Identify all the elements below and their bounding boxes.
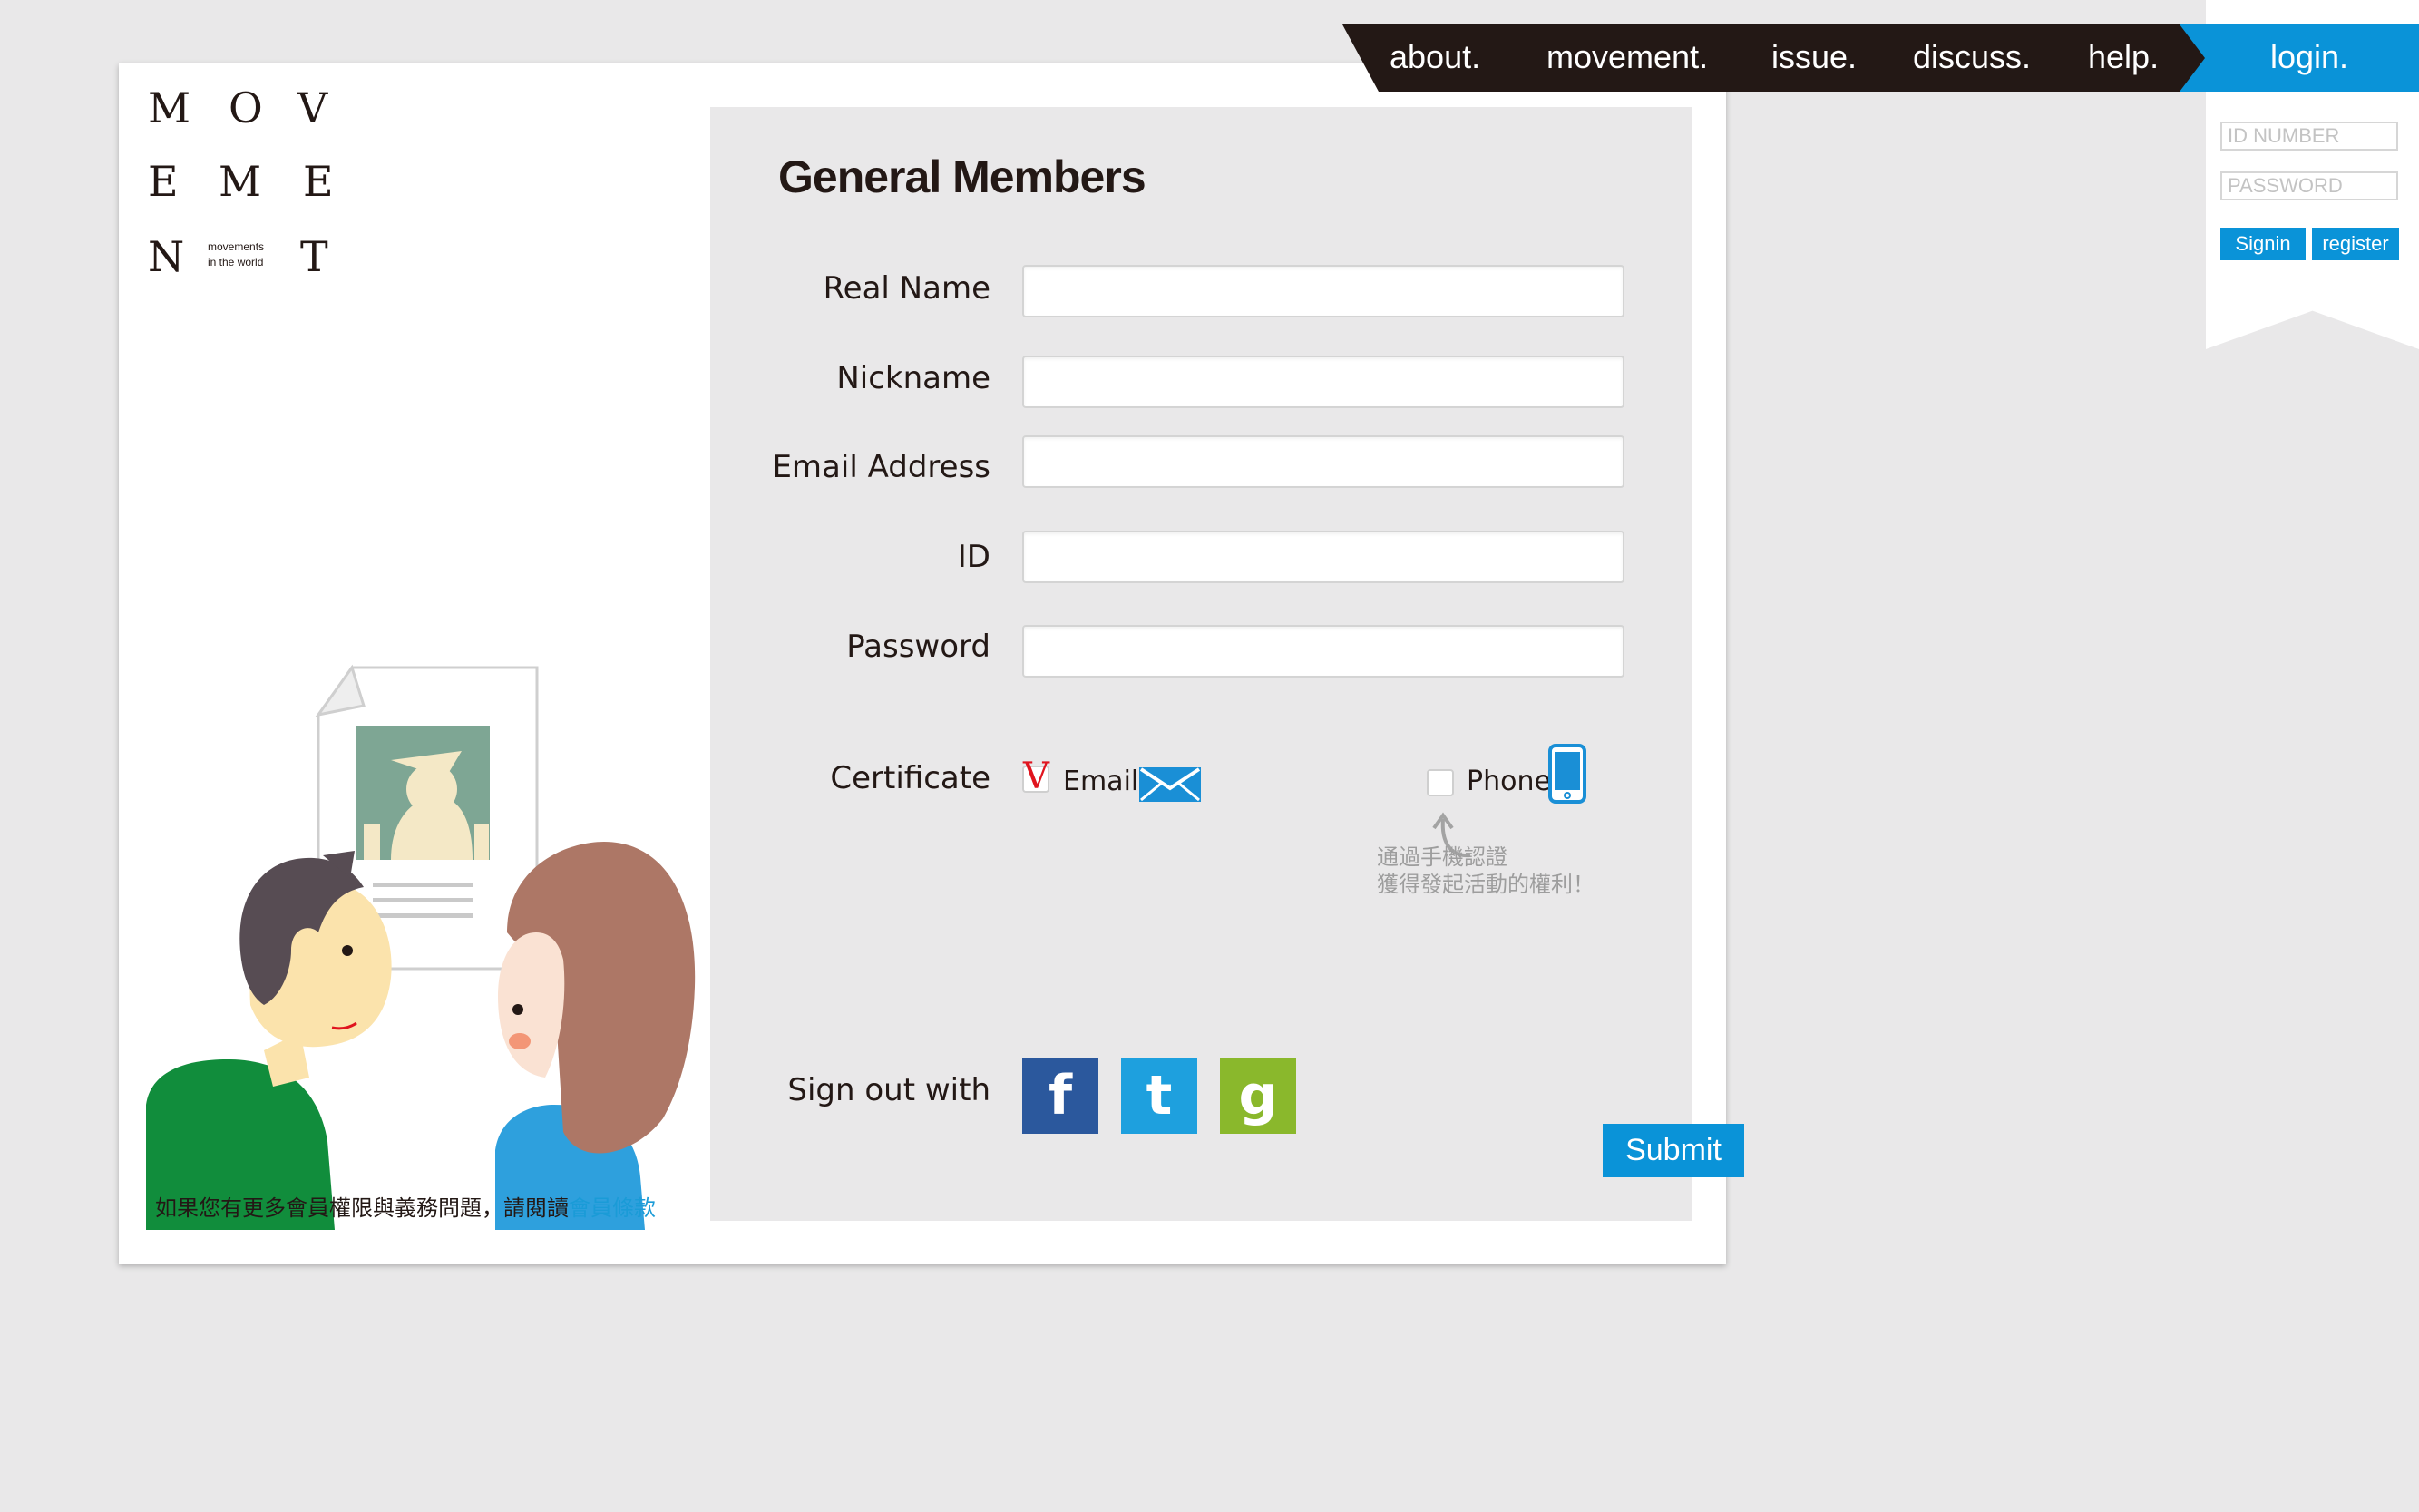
checked-mark: V xyxy=(1023,756,1049,797)
nav-item-help[interactable]: help. xyxy=(2088,30,2159,84)
nav-item-login[interactable]: login. xyxy=(2180,24,2419,92)
login-password-input[interactable] xyxy=(2220,171,2398,200)
logo-letter: M xyxy=(219,157,262,206)
terms-notice: 如果您有更多會員權限與義務問題，請閱讀會員條款 xyxy=(155,1190,656,1222)
logo-letter: O xyxy=(229,83,263,132)
id-label: ID xyxy=(957,539,990,575)
email-option-label: Email xyxy=(1063,766,1139,797)
members-illustration xyxy=(146,664,696,1230)
mobile-phone-icon xyxy=(1548,744,1586,804)
logo-letter: T xyxy=(300,232,328,281)
registration-form: General Members Real Name Nickname Email… xyxy=(710,107,1744,1221)
terms-text: 如果您有更多會員權限與義務問題，請閱讀 xyxy=(155,1195,569,1221)
google-button[interactable]: g xyxy=(1220,1058,1296,1134)
nav-item-discuss[interactable]: discuss. xyxy=(1913,30,2031,84)
social-signin-label: Sign out with xyxy=(787,1072,990,1108)
phone-note-line: 通過手機認證 xyxy=(1377,844,1507,870)
nickname-label: Nickname xyxy=(836,360,990,396)
password-field[interactable] xyxy=(1022,625,1624,678)
phone-certificate-note: 通過手機認證 獲得發起活動的權利！ xyxy=(1377,844,1595,898)
id-field[interactable] xyxy=(1022,531,1624,583)
submit-button[interactable]: Submit xyxy=(1603,1124,1744,1177)
real-name-field[interactable] xyxy=(1022,265,1624,317)
login-tab-label: login. xyxy=(2270,38,2349,75)
id-number-input[interactable] xyxy=(2220,122,2398,151)
logo-letter: V xyxy=(297,83,328,132)
real-name-label: Real Name xyxy=(823,270,990,307)
logo-letter: M xyxy=(148,83,191,132)
nickname-field[interactable] xyxy=(1022,356,1624,408)
nav-item-movement[interactable]: movement. xyxy=(1546,30,1708,84)
email-field[interactable] xyxy=(1022,435,1624,488)
phone-note-line: 獲得發起活動的權利！ xyxy=(1377,872,1595,897)
email-certificate-checkbox[interactable]: V xyxy=(1022,758,1049,795)
nav-item-issue[interactable]: issue. xyxy=(1771,30,1857,84)
logo-tagline: movements in the world xyxy=(208,239,264,270)
password-label: Password xyxy=(846,629,990,665)
logo-letter: N xyxy=(148,232,185,281)
phone-option-label: Phone xyxy=(1467,766,1551,797)
facebook-button[interactable]: f xyxy=(1022,1058,1098,1134)
twitter-button[interactable]: t xyxy=(1121,1058,1197,1134)
email-label: Email Address xyxy=(772,449,990,485)
phone-certificate-checkbox[interactable] xyxy=(1427,769,1454,796)
certificate-label: Certificate xyxy=(830,760,990,796)
logo-letter: E xyxy=(303,157,334,206)
movement-logo: M O V E M E N T movements in the world xyxy=(119,63,572,354)
envelope-icon xyxy=(1139,767,1201,802)
register-button[interactable]: register xyxy=(2312,228,2399,260)
logo-tagline-line: movements xyxy=(208,240,265,253)
form-title: General Members xyxy=(778,151,1146,202)
member-terms-link[interactable]: 會員條款 xyxy=(569,1195,656,1221)
signin-button[interactable]: Signin xyxy=(2220,228,2306,260)
logo-letter: E xyxy=(148,157,179,206)
logo-tagline-line: in the world xyxy=(208,256,264,268)
nav-item-about[interactable]: about. xyxy=(1390,30,1480,84)
registration-card: M O V E M E N T movements in the world 如… xyxy=(119,63,1744,1264)
